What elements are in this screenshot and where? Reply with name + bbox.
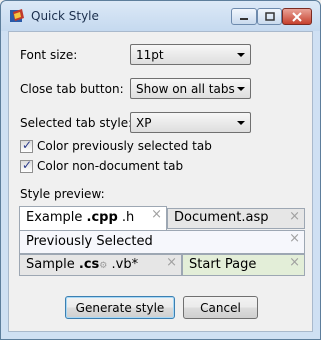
close-tab-label: Close tab button: (20, 82, 124, 96)
tab-style-dropdown[interactable]: XP (130, 112, 251, 133)
dialog-body: Font size: 11pt Close tab button: Show o… (8, 31, 313, 332)
minimize-icon (240, 17, 248, 20)
tab-label: Sample (26, 257, 79, 272)
color-nondoc-checkbox[interactable]: ✓ (20, 158, 33, 173)
maximize-icon (264, 12, 275, 21)
tab-extension: .h (117, 210, 135, 225)
tab-style-label: Selected tab style: (20, 116, 133, 130)
tab-label: Document.asp (174, 210, 269, 225)
close-button[interactable] (282, 8, 312, 25)
font-size-value: 11pt (136, 48, 164, 62)
checkmark-icon: ✓ (22, 138, 33, 152)
tab-close-icon: × (289, 255, 300, 270)
tab-extension-bold: .cpp (86, 210, 118, 225)
style-preview-label: Style preview: (20, 187, 105, 201)
tab-extension-bold: .cs (78, 257, 100, 272)
chevron-down-icon (237, 87, 245, 91)
generate-style-button[interactable]: Generate style (65, 296, 175, 319)
preview-tab-prev-selected: Previously Selected × (19, 230, 305, 254)
color-prev-checkbox[interactable]: ✓ (20, 138, 33, 153)
tab-close-icon: × (289, 231, 300, 246)
cancel-button[interactable]: Cancel (183, 296, 258, 319)
checkmark-icon: ✓ (22, 158, 33, 172)
tab-close-icon: × (289, 209, 300, 224)
preview-tab-document: Document.asp × (167, 208, 305, 229)
preview-tab-sample: Sample .cs⚙ .vb* × (19, 254, 182, 276)
minimize-button[interactable] (231, 8, 257, 25)
chevron-down-icon (237, 121, 245, 125)
color-nondoc-label[interactable]: Color non-document tab (37, 159, 183, 173)
maximize-button[interactable] (257, 8, 282, 25)
font-size-label: Font size: (20, 48, 78, 62)
font-size-dropdown[interactable]: 11pt (130, 44, 251, 65)
title-bar[interactable]: Quick Style (1, 1, 320, 31)
preview-tab-example: Example .cpp .h × (19, 206, 167, 230)
color-prev-label[interactable]: Color previously selected tab (37, 139, 212, 153)
tab-close-icon: × (166, 255, 177, 270)
close-tab-value: Show on all tabs (136, 82, 235, 96)
tab-label: Start Page (189, 257, 257, 272)
window-title: Quick Style (31, 9, 99, 23)
tab-close-icon: × (151, 207, 162, 222)
tab-label: Example (26, 210, 87, 225)
close-icon (292, 11, 302, 22)
preview-tab-start-page: Start Page × (182, 254, 305, 276)
tab-extension: .vb* (107, 257, 139, 272)
tab-style-value: XP (136, 116, 152, 130)
quick-style-window: Quick Style Font size: 11pt Close tab bu… (0, 0, 321, 340)
tab-label: Previously Selected (26, 234, 153, 249)
app-icon (10, 9, 24, 22)
close-tab-dropdown[interactable]: Show on all tabs (130, 78, 251, 99)
chevron-down-icon (237, 53, 245, 57)
